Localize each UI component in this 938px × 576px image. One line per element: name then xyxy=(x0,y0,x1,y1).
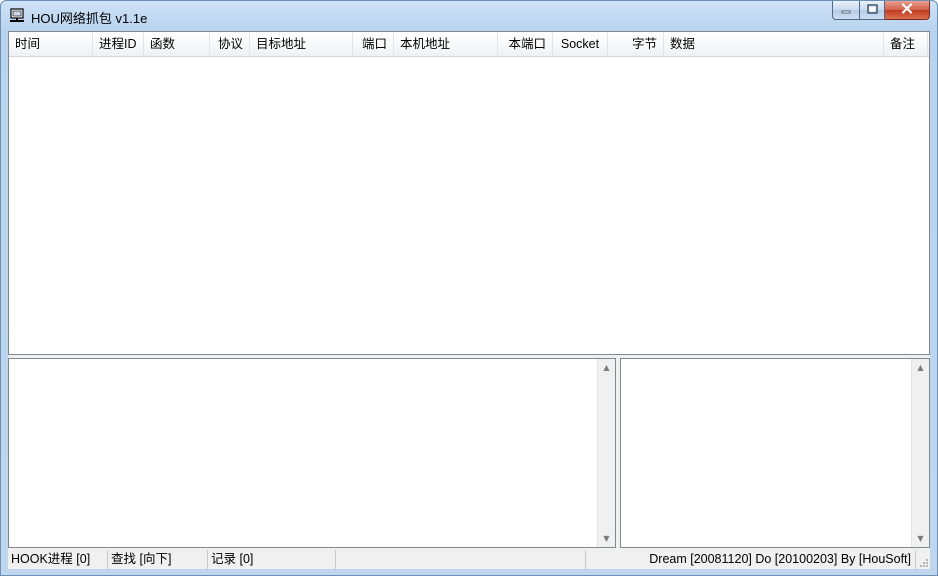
column-header-target-address[interactable]: 目标地址 xyxy=(250,32,353,56)
text-view-scrollbar[interactable]: ▲ ▼ xyxy=(911,359,929,547)
minimize-icon xyxy=(841,3,851,17)
scroll-down-arrow-icon[interactable]: ▼ xyxy=(598,530,615,547)
app-window: HOU网络抓包 v1.1e 时间 进程ID 函数 协议 目标地址 端口 本机地址… xyxy=(0,0,938,576)
status-bar: HOOK进程 [0] 查找 [向下] 记录 [0] Dream [2008112… xyxy=(8,550,930,569)
status-empty-panel xyxy=(336,550,586,569)
status-credits: Dream [20081120] Do [20100203] By [HouSo… xyxy=(586,550,916,569)
scroll-up-arrow-icon[interactable]: ▲ xyxy=(598,359,615,376)
caption-buttons xyxy=(832,1,930,21)
column-header-protocol[interactable]: 协议 xyxy=(210,32,250,56)
column-header-time[interactable]: 时间 xyxy=(9,32,93,56)
maximize-icon xyxy=(866,3,878,17)
status-record-count: 记录 [0] xyxy=(208,550,336,569)
window-title: HOU网络抓包 v1.1e xyxy=(31,11,148,26)
scroll-up-arrow-icon[interactable]: ▲ xyxy=(912,359,929,376)
close-button[interactable] xyxy=(885,1,930,20)
column-header-socket[interactable]: Socket xyxy=(553,32,608,56)
minimize-button[interactable] xyxy=(832,1,859,20)
hex-view-pane[interactable]: ▲ ▼ xyxy=(8,358,616,548)
column-header-data[interactable]: 数据 xyxy=(664,32,884,56)
column-header-bytes[interactable]: 字节 xyxy=(608,32,664,56)
column-header-local-address[interactable]: 本机地址 xyxy=(394,32,498,56)
column-header-port[interactable]: 端口 xyxy=(353,32,394,56)
column-header-process-id[interactable]: 进程ID xyxy=(93,32,144,56)
hex-view-scrollbar[interactable]: ▲ ▼ xyxy=(597,359,615,547)
status-find-direction: 查找 [向下] xyxy=(108,550,208,569)
packet-list[interactable]: 时间 进程ID 函数 协议 目标地址 端口 本机地址 本端口 Socket 字节… xyxy=(8,31,930,355)
list-header: 时间 进程ID 函数 协议 目标地址 端口 本机地址 本端口 Socket 字节… xyxy=(9,32,929,57)
title-bar[interactable]: HOU网络抓包 v1.1e xyxy=(1,1,937,31)
close-icon xyxy=(901,3,913,17)
client-area: 时间 进程ID 函数 协议 目标地址 端口 本机地址 本端口 Socket 字节… xyxy=(8,31,930,569)
status-hook-process: HOOK进程 [0] xyxy=(8,550,108,569)
text-view-pane[interactable]: ▲ ▼ xyxy=(620,358,930,548)
maximize-button[interactable] xyxy=(859,1,885,20)
resize-grip-icon[interactable] xyxy=(916,550,930,569)
column-header-function[interactable]: 函数 xyxy=(144,32,210,56)
column-header-local-port[interactable]: 本端口 xyxy=(498,32,553,56)
scroll-down-arrow-icon[interactable]: ▼ xyxy=(912,530,929,547)
network-computer-icon xyxy=(9,8,25,24)
column-header-notes[interactable]: 备注 xyxy=(884,32,928,56)
